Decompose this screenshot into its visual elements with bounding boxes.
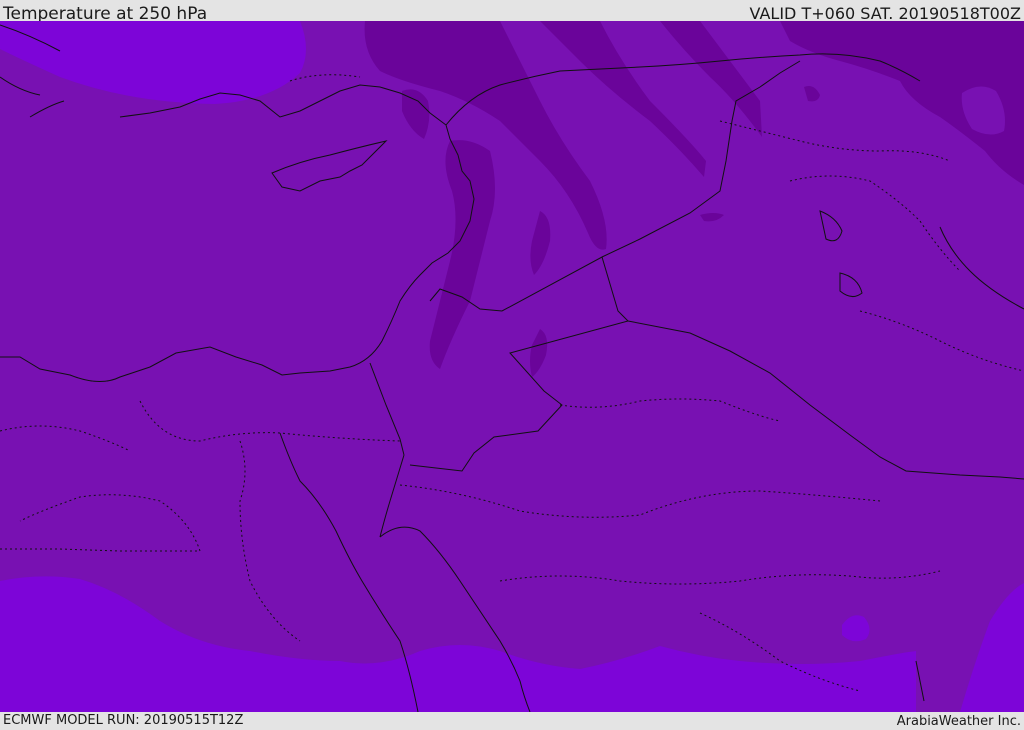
footer-bar: ECMWF MODEL RUN: 20190515T12Z ArabiaWeat… (0, 712, 1024, 729)
credit-label: ArabiaWeather Inc. (896, 714, 1021, 729)
map-area[interactable] (0, 21, 1024, 712)
temperature-map (0, 21, 1024, 712)
header-bar: Temperature at 250 hPa VALID T+060 SAT. … (0, 0, 1024, 24)
model-run-label: ECMWF MODEL RUN: 20190515T12Z (3, 713, 244, 728)
